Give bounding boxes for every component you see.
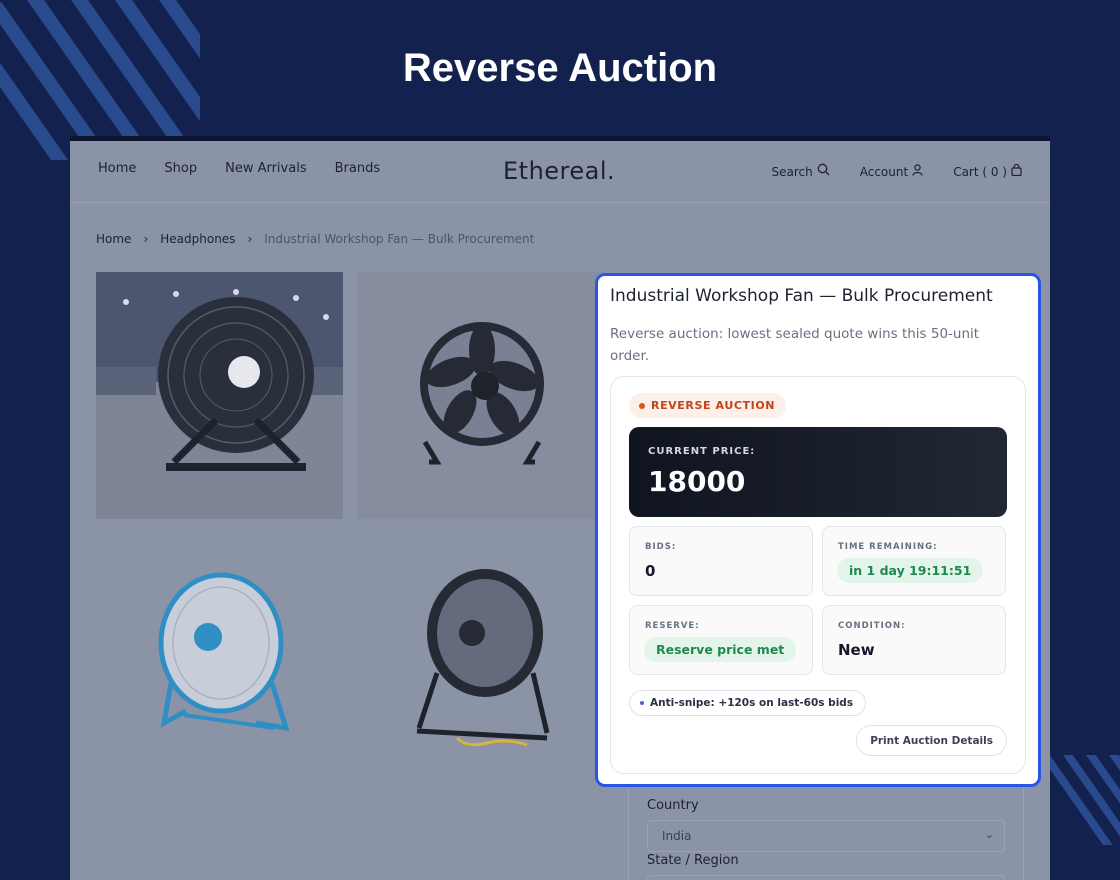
reverse-auction-badge: REVERSE AUCTION — [629, 393, 787, 418]
state-label: State / Region — [647, 853, 739, 868]
product-image-blue-fan[interactable] — [96, 533, 343, 780]
time-remaining-cell: TIME REMAINING: in 1 day 19:11:51 — [822, 526, 1006, 596]
current-price-label: CURRENT PRICE: — [648, 446, 756, 457]
condition-cell: CONDITION: New — [822, 605, 1006, 675]
product-image-black-fan-side[interactable] — [357, 533, 604, 780]
breadcrumb-category[interactable]: Headphones — [160, 232, 235, 246]
bids-label: BIDS: — [645, 542, 677, 552]
account-link[interactable]: Account — [860, 163, 923, 179]
status-dot-icon — [639, 402, 645, 409]
bids-value: 0 — [645, 562, 656, 580]
breadcrumb-home[interactable]: Home — [96, 232, 131, 246]
reserve-label: RESERVE: — [645, 621, 700, 631]
shipping-form: Country India ⌄ State / Region — [628, 781, 1024, 880]
nav-new-arrivals[interactable]: New Arrivals — [225, 161, 307, 176]
store-navbar: Home Shop New Arrivals Brands Ethereal. … — [70, 141, 1050, 203]
decorative-stripes-bottom-right — [1040, 755, 1120, 845]
nav-shop[interactable]: Shop — [164, 161, 197, 176]
country-label: Country — [647, 798, 699, 813]
state-select[interactable] — [647, 875, 1005, 880]
condition-value: New — [838, 641, 875, 659]
country-select[interactable]: India ⌄ — [647, 820, 1005, 852]
search-icon — [817, 163, 830, 179]
nav-home[interactable]: Home — [98, 161, 136, 176]
print-auction-details-button[interactable]: Print Auction Details — [856, 725, 1007, 756]
search-link[interactable]: Search — [772, 163, 830, 179]
condition-label: CONDITION: — [838, 621, 906, 631]
info-dot-icon — [640, 701, 644, 705]
product-image-black-fan-front[interactable] — [357, 272, 604, 519]
auction-highlight-card: Industrial Workshop Fan — Bulk Procureme… — [595, 273, 1041, 787]
breadcrumb: Home › Headphones › Industrial Workshop … — [96, 232, 534, 246]
shopping-bag-icon — [1011, 163, 1022, 179]
cart-link[interactable]: Cart ( 0 ) — [953, 163, 1022, 179]
chevron-right-icon: › — [143, 232, 149, 246]
anti-snipe-chip: Anti-snipe: +120s on last-60s bids — [629, 690, 867, 716]
chevron-down-icon: ⌄ — [984, 828, 994, 841]
reserve-status: Reserve price met — [644, 637, 797, 662]
product-image-warehouse[interactable] — [96, 272, 343, 519]
time-remaining-label: TIME REMAINING: — [838, 542, 938, 552]
auction-description: Reverse auction: lowest sealed quote win… — [610, 326, 980, 364]
reserve-cell: RESERVE: Reserve price met — [629, 605, 813, 675]
current-price-box: CURRENT PRICE: 18000 — [629, 427, 1007, 517]
page-title: Reverse Auction — [402, 46, 718, 90]
chevron-right-icon: › — [247, 232, 253, 246]
bids-cell: BIDS: 0 — [629, 526, 813, 596]
auction-panel: REVERSE AUCTION CURRENT PRICE: 18000 BID… — [610, 376, 1026, 774]
user-icon — [912, 163, 923, 179]
auction-title: Industrial Workshop Fan — Bulk Procureme… — [610, 286, 993, 306]
store-logo[interactable]: Ethereal. — [503, 157, 615, 185]
breadcrumb-current: Industrial Workshop Fan — Bulk Procureme… — [264, 232, 535, 246]
nav-brands[interactable]: Brands — [335, 161, 381, 176]
time-remaining-value: in 1 day 19:11:51 — [837, 558, 984, 583]
current-price-value: 18000 — [648, 465, 746, 498]
